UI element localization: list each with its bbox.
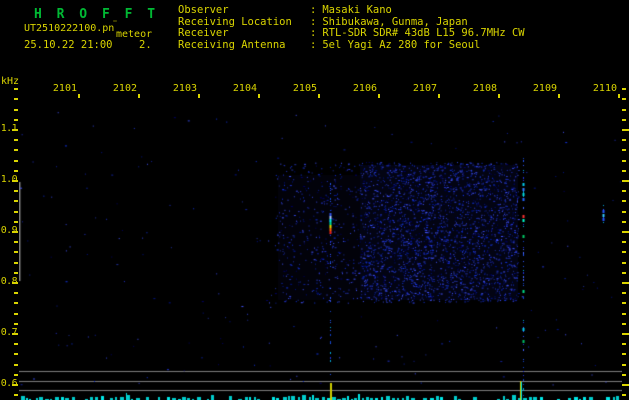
y-minor-tick-right xyxy=(622,149,626,151)
y-major-tick-left xyxy=(12,180,18,182)
y-minor-tick-right xyxy=(622,119,626,121)
info-value: Shibukawa, Gunma, Japan xyxy=(322,15,468,28)
y-minor-tick-left xyxy=(14,251,18,253)
y-minor-tick-right xyxy=(622,221,626,223)
y-minor-tick-left xyxy=(14,98,18,100)
y-minor-tick-right xyxy=(622,343,626,345)
y-major-tick-right xyxy=(622,180,629,182)
y-major-tick-left xyxy=(12,231,18,233)
x-tick-label: 2103 xyxy=(172,83,197,94)
x-tick-label: 2107 xyxy=(412,83,437,94)
y-major-tick-left xyxy=(12,333,18,335)
info-colon: : xyxy=(310,27,317,40)
y-minor-tick-right xyxy=(622,374,626,376)
y-major-tick-left xyxy=(12,129,18,131)
y-major-tick-right xyxy=(622,231,629,233)
x-tick-label: 2105 xyxy=(292,83,317,94)
x-tick-label: 2102 xyxy=(112,83,137,94)
y-minor-tick-right xyxy=(622,200,626,202)
y-minor-tick-right xyxy=(622,302,626,304)
y-minor-tick-right xyxy=(622,251,626,253)
y-minor-tick-right xyxy=(622,109,626,111)
y-minor-tick-right xyxy=(622,364,626,366)
y-minor-tick-left xyxy=(14,149,18,151)
info-row: Observer: Masaki Kano xyxy=(178,4,525,17)
y-minor-tick-left xyxy=(14,394,18,396)
observation-info: Observer: Masaki Kano Receiving Location: S… xyxy=(178,4,525,52)
y-minor-tick-right xyxy=(622,88,626,90)
record-counter: 2. xyxy=(139,39,152,51)
y-minor-tick-left xyxy=(14,119,18,121)
x-tick-label: 2108 xyxy=(472,83,497,94)
y-major-tick-right xyxy=(622,129,629,131)
y-minor-tick-left xyxy=(14,160,18,162)
x-tick-label: 2104 xyxy=(232,83,257,94)
y-minor-tick-left xyxy=(14,272,18,274)
filename-label: UT2510222100.pn xyxy=(24,23,115,34)
y-minor-tick-right xyxy=(622,353,626,355)
y-minor-tick-right xyxy=(622,313,626,315)
y-minor-tick-right xyxy=(622,160,626,162)
y-minor-tick-left xyxy=(14,323,18,325)
info-label: Observer xyxy=(178,4,229,16)
x-tick-label: 2110 xyxy=(592,83,617,94)
y-minor-tick-right xyxy=(622,190,626,192)
y-minor-tick-right xyxy=(622,139,626,141)
y-minor-tick-left xyxy=(14,364,18,366)
y-minor-tick-left xyxy=(14,241,18,243)
x-tick-label: 2109 xyxy=(532,83,557,94)
spectrogram-canvas xyxy=(19,98,622,400)
y-minor-tick-right xyxy=(622,323,626,325)
y-minor-tick-left xyxy=(14,302,18,304)
x-tick-label: 2106 xyxy=(352,83,377,94)
y-minor-tick-left xyxy=(14,200,18,202)
hrofft-screen: H R O F F T UT2510222100.pn ¨ meteor 25.… xyxy=(0,0,629,400)
info-label: Receiving Antenna xyxy=(178,38,286,51)
y-major-tick-left xyxy=(12,384,18,386)
info-row: Receiving Antenna:5el Yagi Az 280 for Se… xyxy=(178,38,525,52)
y-minor-tick-left xyxy=(14,343,18,345)
y-minor-tick-left xyxy=(14,109,18,111)
x-tick-label: 2101 xyxy=(52,83,77,94)
info-value: RTL-SDR SDR# 43dB L15 96.7MHz CW xyxy=(322,27,525,40)
y-minor-tick-left xyxy=(14,88,18,90)
y-major-tick-left xyxy=(12,282,18,284)
y-minor-tick-left xyxy=(14,262,18,264)
info-colon: : xyxy=(310,15,317,28)
info-colon: : xyxy=(310,38,317,51)
y-minor-tick-right xyxy=(622,262,626,264)
y-minor-tick-right xyxy=(622,170,626,172)
y-minor-tick-left xyxy=(14,139,18,141)
y-axis-unit-label: kHz xyxy=(1,76,20,87)
y-minor-tick-right xyxy=(622,292,626,294)
y-major-tick-right xyxy=(622,384,629,386)
info-value: Masaki Kano xyxy=(322,4,392,16)
datetime-label: 25.10.22 21:00 xyxy=(24,39,113,51)
y-major-tick-right xyxy=(622,282,629,284)
y-minor-tick-right xyxy=(622,394,626,396)
y-minor-tick-left xyxy=(14,292,18,294)
y-minor-tick-left xyxy=(14,353,18,355)
y-minor-tick-right xyxy=(622,98,626,100)
y-minor-tick-left xyxy=(14,211,18,213)
info-value: 5el Yagi Az 280 for Seoul xyxy=(322,38,481,51)
y-major-tick-right xyxy=(622,333,629,335)
y-minor-tick-right xyxy=(622,241,626,243)
y-minor-tick-left xyxy=(14,313,18,315)
info-colon: : xyxy=(310,4,317,16)
y-minor-tick-left xyxy=(14,170,18,172)
y-minor-tick-right xyxy=(622,272,626,274)
y-minor-tick-left xyxy=(14,190,18,192)
app-title: H R O F F T xyxy=(34,7,159,22)
y-minor-tick-left xyxy=(14,374,18,376)
y-minor-tick-left xyxy=(14,221,18,223)
y-minor-tick-right xyxy=(622,211,626,213)
